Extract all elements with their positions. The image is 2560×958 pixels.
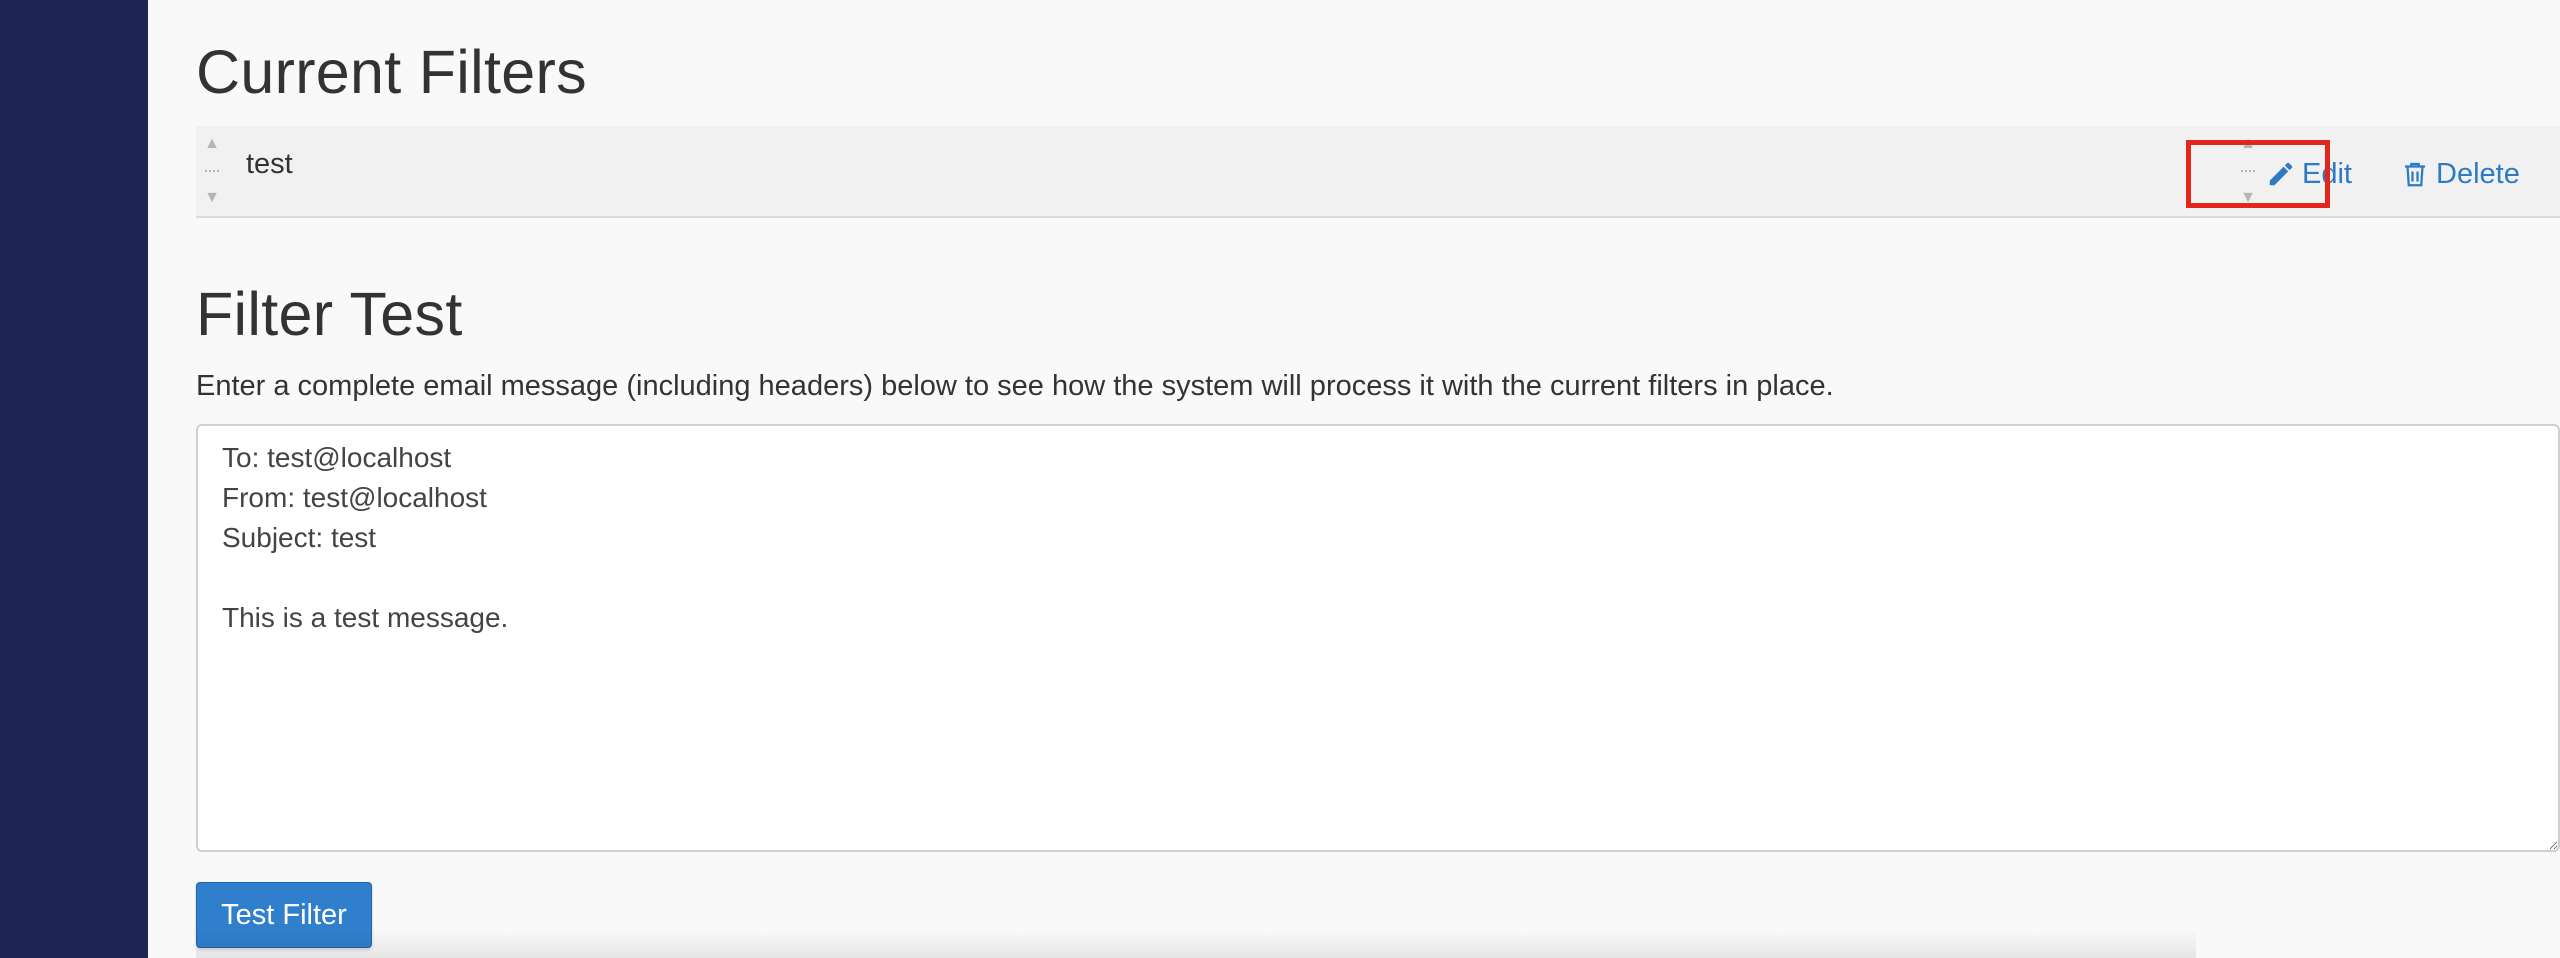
edit-filter-link[interactable]: Edit [2266, 156, 2352, 192]
drag-handle-icon[interactable]: ▲ ▼ [200, 136, 224, 206]
delete-filter-link[interactable]: Delete [2400, 156, 2520, 192]
left-sidebar [0, 0, 148, 958]
filter-test-title: Filter Test [196, 280, 463, 348]
drag-handle-icon[interactable]: ▲ ▼ [2236, 136, 2260, 206]
pencil-icon [2269, 162, 2293, 186]
filter-test-description: Enter a complete email message (includin… [196, 370, 1834, 402]
filter-name: test [246, 148, 293, 180]
current-filters-title: Current Filters [196, 38, 587, 106]
main-content: Current Filters ▲ ▼ test ▲ ▼ Edit Delete… [196, 0, 2560, 958]
delete-label: Delete [2436, 158, 2520, 190]
edit-label: Edit [2302, 158, 2352, 190]
bottom-shadow [196, 930, 2196, 958]
filter-row: ▲ ▼ test ▲ ▼ Edit Delete [196, 126, 2560, 218]
test-filter-button[interactable]: Test Filter [196, 882, 372, 948]
trash-icon [2405, 162, 2425, 187]
email-message-textarea[interactable] [196, 424, 2560, 852]
